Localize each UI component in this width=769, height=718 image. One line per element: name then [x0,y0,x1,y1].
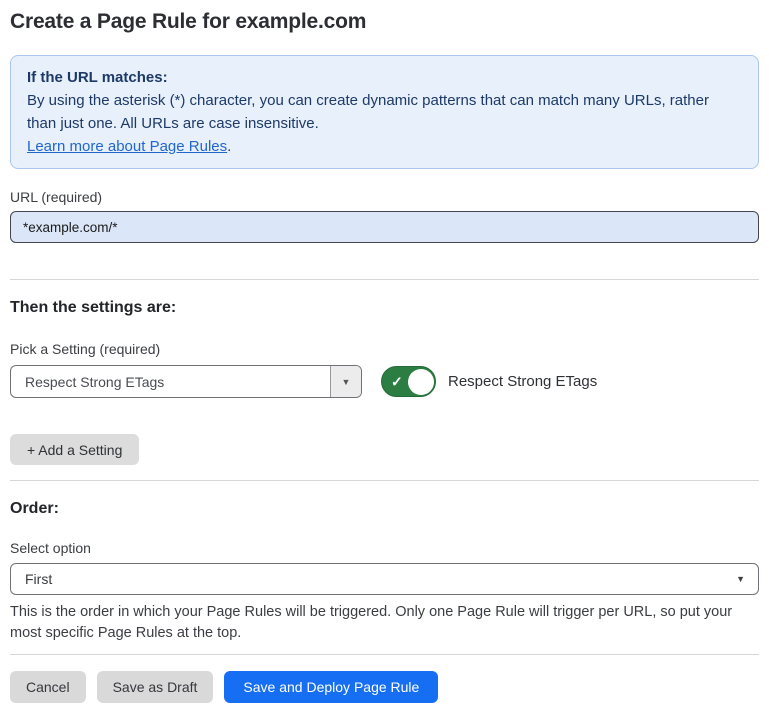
order-select-value: First [25,571,52,587]
url-label: URL (required) [10,189,759,205]
setting-select-value: Respect Strong ETags [11,366,330,397]
learn-more-link[interactable]: Learn more about Page Rules [27,138,227,155]
url-match-info-box: If the URL matches: By using the asteris… [10,55,759,169]
pick-setting-label: Pick a Setting (required) [10,341,759,357]
chevron-down-icon: ▼ [736,574,745,584]
order-help-text: This is the order in which your Page Rul… [10,602,759,644]
toggle-label: Respect Strong ETags [448,373,597,390]
add-setting-button[interactable]: + Add a Setting [10,434,139,465]
divider [10,480,759,481]
order-select[interactable]: First ▼ [10,563,759,595]
divider [10,279,759,280]
order-heading: Order: [10,500,759,518]
chevron-down-icon[interactable]: ▼ [330,366,361,397]
settings-heading: Then the settings are: [10,299,759,317]
order-select-label: Select option [10,540,759,556]
toggle-knob [408,369,434,395]
setting-row: Respect Strong ETags ▼ ✓ Respect Strong … [10,365,759,398]
etags-toggle[interactable]: ✓ [381,366,436,397]
cancel-button[interactable]: Cancel [10,671,86,703]
link-period: . [227,138,231,155]
setting-select[interactable]: Respect Strong ETags ▼ [10,365,362,398]
url-input[interactable] [10,211,759,243]
divider [10,654,759,655]
page-title: Create a Page Rule for example.com [10,10,759,34]
save-deploy-button[interactable]: Save and Deploy Page Rule [224,671,438,703]
info-box-heading: If the URL matches: [27,66,742,89]
info-box-body: By using the asterisk (*) character, you… [27,89,742,135]
checkmark-icon: ✓ [391,373,403,390]
info-box-link-line: Learn more about Page Rules. [27,135,742,158]
footer-actions: Cancel Save as Draft Save and Deploy Pag… [10,671,759,703]
page-rule-form: Create a Page Rule for example.com If th… [0,0,769,713]
save-draft-button[interactable]: Save as Draft [97,671,214,703]
